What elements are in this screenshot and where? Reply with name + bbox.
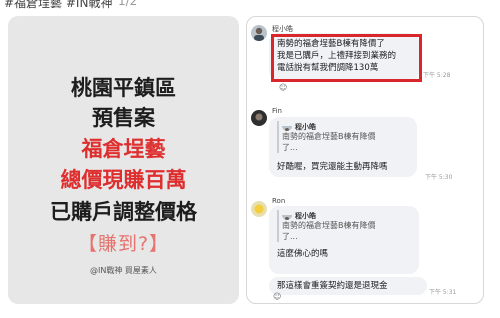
quote-bar xyxy=(277,121,279,153)
poster-location: 桃園平鎮區 xyxy=(71,76,176,100)
quoted-line: 了... xyxy=(282,232,298,241)
smiley-reaction-icon[interactable]: ☺ xyxy=(279,83,287,92)
red-highlight-box xyxy=(271,34,422,82)
smiley-reaction-icon[interactable]: ☺ xyxy=(273,292,281,301)
comment-time: 下午 5:28 xyxy=(423,72,451,79)
image-counter: 1/2 xyxy=(118,0,138,8)
poster-question: 【賺到?】 xyxy=(77,233,170,255)
poster-presale: 預售案 xyxy=(92,106,155,130)
comment-time: 下午 5:30 xyxy=(425,174,453,181)
avatar xyxy=(282,210,292,220)
poster-headline: 總價現賺百萬 xyxy=(60,168,187,192)
poster-image[interactable]: 桃園平鎮區 預售案 福倉埕藝 總價現賺百萬 已購戶調整價格 【賺到?】 @IN戰… xyxy=(8,16,239,304)
poster-credit: @IN戰神 買屋素人 xyxy=(90,266,157,275)
comment-author[interactable]: Ron xyxy=(272,197,285,205)
reply-text: 好酷喔，買完還能主動再降嗎 xyxy=(277,162,388,172)
post-hashtags: #福倉埕藝 #IN戰神 xyxy=(4,0,113,10)
comment-time: 下午 5:31 xyxy=(429,289,457,296)
quoted-line: 了... xyxy=(282,143,298,152)
reply-text: 那這樣會重簽契約還是退現金 xyxy=(277,281,388,291)
avatar[interactable] xyxy=(251,110,267,126)
avatar[interactable] xyxy=(251,201,267,217)
quote-bar xyxy=(277,210,279,242)
poster-project-name: 福倉埕藝 xyxy=(81,137,166,161)
avatar xyxy=(282,121,292,131)
comment-author[interactable]: Fin xyxy=(272,107,282,115)
profile-photo-icon xyxy=(251,201,267,217)
comments-screenshot[interactable]: 程小皓 南勢的福倉埕藝B棟有降價了 我是已購戶，上禮拜接到業務的 電話說有幫我們… xyxy=(246,16,484,304)
profile-photo-icon xyxy=(251,110,267,126)
avatar[interactable] xyxy=(251,25,267,41)
profile-photo-icon xyxy=(251,25,267,41)
header-strip: #福倉埕藝 #IN戰神 1/2 xyxy=(0,0,500,10)
reply-text: 這麼佛心的嗎 xyxy=(277,249,329,259)
poster-subheadline: 已購戶調整價格 xyxy=(50,200,197,224)
